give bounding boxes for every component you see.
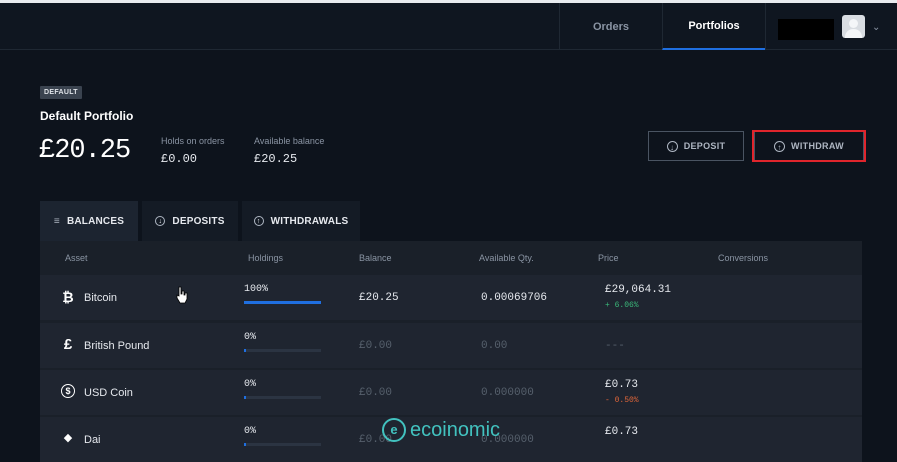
redacted-username[interactable]: [778, 19, 834, 40]
asset-name: British Pound: [84, 340, 150, 352]
holdings-bar: [244, 301, 321, 304]
column-header-conversions: Conversions: [718, 253, 769, 263]
tab-withdrawals-label: WITHDRAWALS: [270, 215, 349, 227]
avatar-head-shape: [849, 19, 858, 28]
holdings-bar: [244, 349, 321, 352]
available-qty: 0.00069706: [481, 292, 548, 304]
balances-table: Asset Holdings Balance Available Qty. Pr…: [40, 241, 862, 462]
holdings-bar-fill: [244, 396, 246, 399]
tab-deposits[interactable]: ↓ DEPOSITS: [142, 201, 238, 241]
asset-name: Bitcoin: [84, 292, 118, 304]
table-row[interactable]: $ USD Coin 0% £0.00 0.000000 £0.73 - 0.5…: [40, 370, 862, 415]
price-change: + 6.06%: [605, 301, 639, 310]
balance-value: £20.25: [359, 292, 399, 304]
tab-withdrawals[interactable]: ↑ WITHDRAWALS: [242, 201, 360, 241]
available-balance-label: Available balance: [254, 136, 325, 146]
ecoinomic-logo-icon: e: [382, 418, 406, 442]
price-value: £0.73: [605, 426, 639, 438]
holdings-bar-fill: [244, 349, 246, 352]
holds-on-orders-value: £0.00: [161, 152, 198, 166]
holdings-percent: 100%: [244, 284, 269, 295]
column-header-asset: Asset: [65, 253, 88, 263]
holdings-bar: [244, 443, 321, 446]
column-header-balance: Balance: [359, 253, 392, 263]
arrow-down-circle-icon: ↓: [155, 216, 166, 226]
portfolio-name: Default Portfolio: [40, 109, 134, 123]
price-change: - 0.50%: [605, 396, 639, 405]
available-balance-value: £20.25: [254, 152, 298, 166]
price-value: £29,064.31: [605, 284, 672, 296]
avatar-body-shape: [845, 29, 862, 38]
dai-icon: ◆: [63, 432, 73, 444]
balance-value: £0.00: [359, 340, 393, 352]
default-badge: DEFAULT: [40, 86, 82, 99]
bitcoin-icon: ₿: [62, 289, 74, 305]
holdings-bar: [244, 396, 321, 399]
avatar[interactable]: [842, 15, 865, 38]
holdings-percent: 0%: [244, 332, 257, 343]
column-header-available-qty: Available Qty.: [479, 253, 534, 263]
column-header-holdings: Holdings: [248, 253, 284, 263]
price-value: ---: [605, 340, 625, 352]
watermark: e ecoinomic: [382, 418, 500, 442]
table-row[interactable]: ₿ Bitcoin 100% £20.25 0.00069706 £29,064…: [40, 275, 862, 320]
chevron-down-icon[interactable]: ⌄: [872, 22, 880, 33]
arrow-down-circle-icon: ↓: [666, 140, 678, 152]
usd-coin-icon: $: [61, 384, 77, 398]
tab-deposits-label: DEPOSITS: [172, 215, 225, 227]
holdings-bar-fill: [244, 443, 246, 446]
price-value: £0.73: [605, 379, 639, 391]
holds-on-orders-label: Holds on orders: [161, 136, 225, 146]
arrow-up-circle-icon: ↑: [253, 216, 264, 226]
tab-balances[interactable]: ≡ BALANCES: [40, 201, 138, 241]
withdraw-highlight-box: [752, 130, 866, 162]
deposit-label: DEPOSIT: [683, 141, 726, 151]
top-navigation-bar: Orders Portfolios ⌄: [0, 0, 897, 50]
hand-cursor-icon: [176, 286, 188, 304]
holdings-bar-fill: [244, 301, 321, 304]
pound-icon: £: [63, 336, 73, 353]
column-header-price: Price: [598, 253, 619, 263]
watermark-text: ecoinomic: [410, 418, 501, 441]
deposit-button[interactable]: ↓ DEPOSIT: [648, 131, 744, 161]
portfolio-total: £20.25: [39, 136, 131, 166]
tab-balances-label: BALANCES: [66, 215, 125, 227]
available-qty: 0.000000: [481, 387, 534, 399]
holdings-percent: 0%: [244, 379, 257, 390]
holdings-percent: 0%: [244, 426, 257, 437]
asset-name: Dai: [84, 434, 101, 446]
list-icon: ≡: [53, 215, 60, 227]
available-qty: 0.00: [481, 340, 508, 352]
asset-name: USD Coin: [84, 387, 133, 399]
tab-orders[interactable]: Orders: [559, 3, 662, 50]
tab-portfolios[interactable]: Portfolios: [662, 3, 765, 50]
usd-coin-glyph: $: [61, 384, 75, 398]
table-row[interactable]: £ British Pound 0% £0.00 0.00 ---: [40, 323, 862, 368]
balance-value: £0.00: [359, 387, 393, 399]
